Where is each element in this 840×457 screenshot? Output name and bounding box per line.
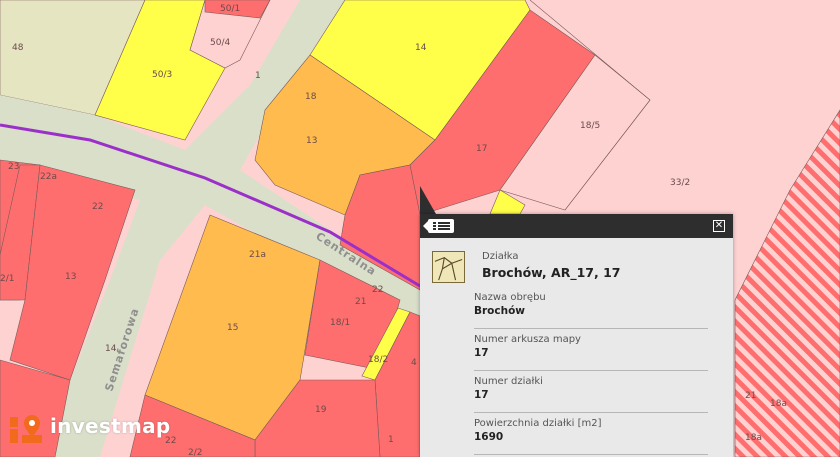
parcel-label: 33/2 (670, 178, 690, 188)
parcel-label: 17 (476, 144, 487, 154)
popup-pointer (420, 186, 436, 214)
field-label: Powierzchnia działki [m2] (474, 418, 602, 429)
close-icon[interactable]: ✕ (713, 220, 725, 232)
parcel-label: 1 (255, 71, 261, 81)
field-value: 17 (474, 389, 489, 401)
field-label: Nazwa obrębu (474, 292, 546, 303)
object-type: Działka (482, 251, 519, 262)
parcel-thumbnail-icon (432, 251, 465, 283)
popup-header: ✕ (420, 214, 733, 238)
parcel-label: 4 (411, 358, 417, 368)
parcel-label: 50/4 (210, 38, 230, 48)
parcel-label: 15 (227, 323, 238, 333)
parcel-label: 22 (92, 202, 103, 212)
field-nazwa-obrebu: Nazwa obrębu Brochów (474, 292, 708, 329)
parcel-label: 50/3 (152, 70, 172, 80)
parcel-label: 21a (249, 250, 266, 260)
parcel-label: 22a (40, 172, 57, 182)
field-label: Numer arkusza mapy (474, 334, 581, 345)
parcel-info-popup: ✕ Działka Brochów, AR_17, 17 Nazwa obręb… (420, 214, 733, 457)
investmap-logo-icon (10, 415, 42, 443)
parcel-label: 2/1 (0, 274, 14, 284)
parcel-label: 18 (305, 92, 317, 102)
parcel-label: 48 (12, 43, 24, 53)
field-value: 17 (474, 347, 489, 359)
parcel-label: 1 (388, 435, 394, 445)
parcel-label: 19 (315, 405, 327, 415)
field-numer-dzialki: Numer działki 17 (474, 376, 708, 413)
field-powierzchnia: Powierzchnia działki [m2] 1690 (474, 418, 708, 455)
parcel-title: Brochów, AR_17, 17 (482, 265, 621, 280)
parcel-label: 14 (415, 43, 427, 53)
parcel-label: 21 (745, 391, 756, 401)
parcel-label: 13 (65, 272, 76, 282)
parcel-label: 18/1 (330, 318, 350, 328)
parcel-label: 18/5 (580, 121, 600, 131)
parcel-label: 21 (355, 297, 366, 307)
parcel-label: 18/2 (368, 355, 388, 365)
parcel-label: 22 (372, 285, 383, 295)
parcel-label: 18a (745, 433, 762, 443)
parcel-label: 13 (306, 136, 317, 146)
field-value: Brochów (474, 305, 526, 317)
parcel-label: 2/2 (188, 448, 202, 457)
brand-logo-text: investmap (50, 414, 171, 438)
field-numer-arkusza: Numer arkusza mapy 17 (474, 334, 708, 371)
parcel-label: 50/1 (220, 4, 240, 14)
parcel-label: 18a (770, 399, 787, 409)
parcel-label: 23 (8, 162, 19, 172)
field-label: Numer działki (474, 376, 543, 387)
list-icon[interactable] (423, 219, 454, 233)
field-value: 1690 (474, 431, 504, 443)
